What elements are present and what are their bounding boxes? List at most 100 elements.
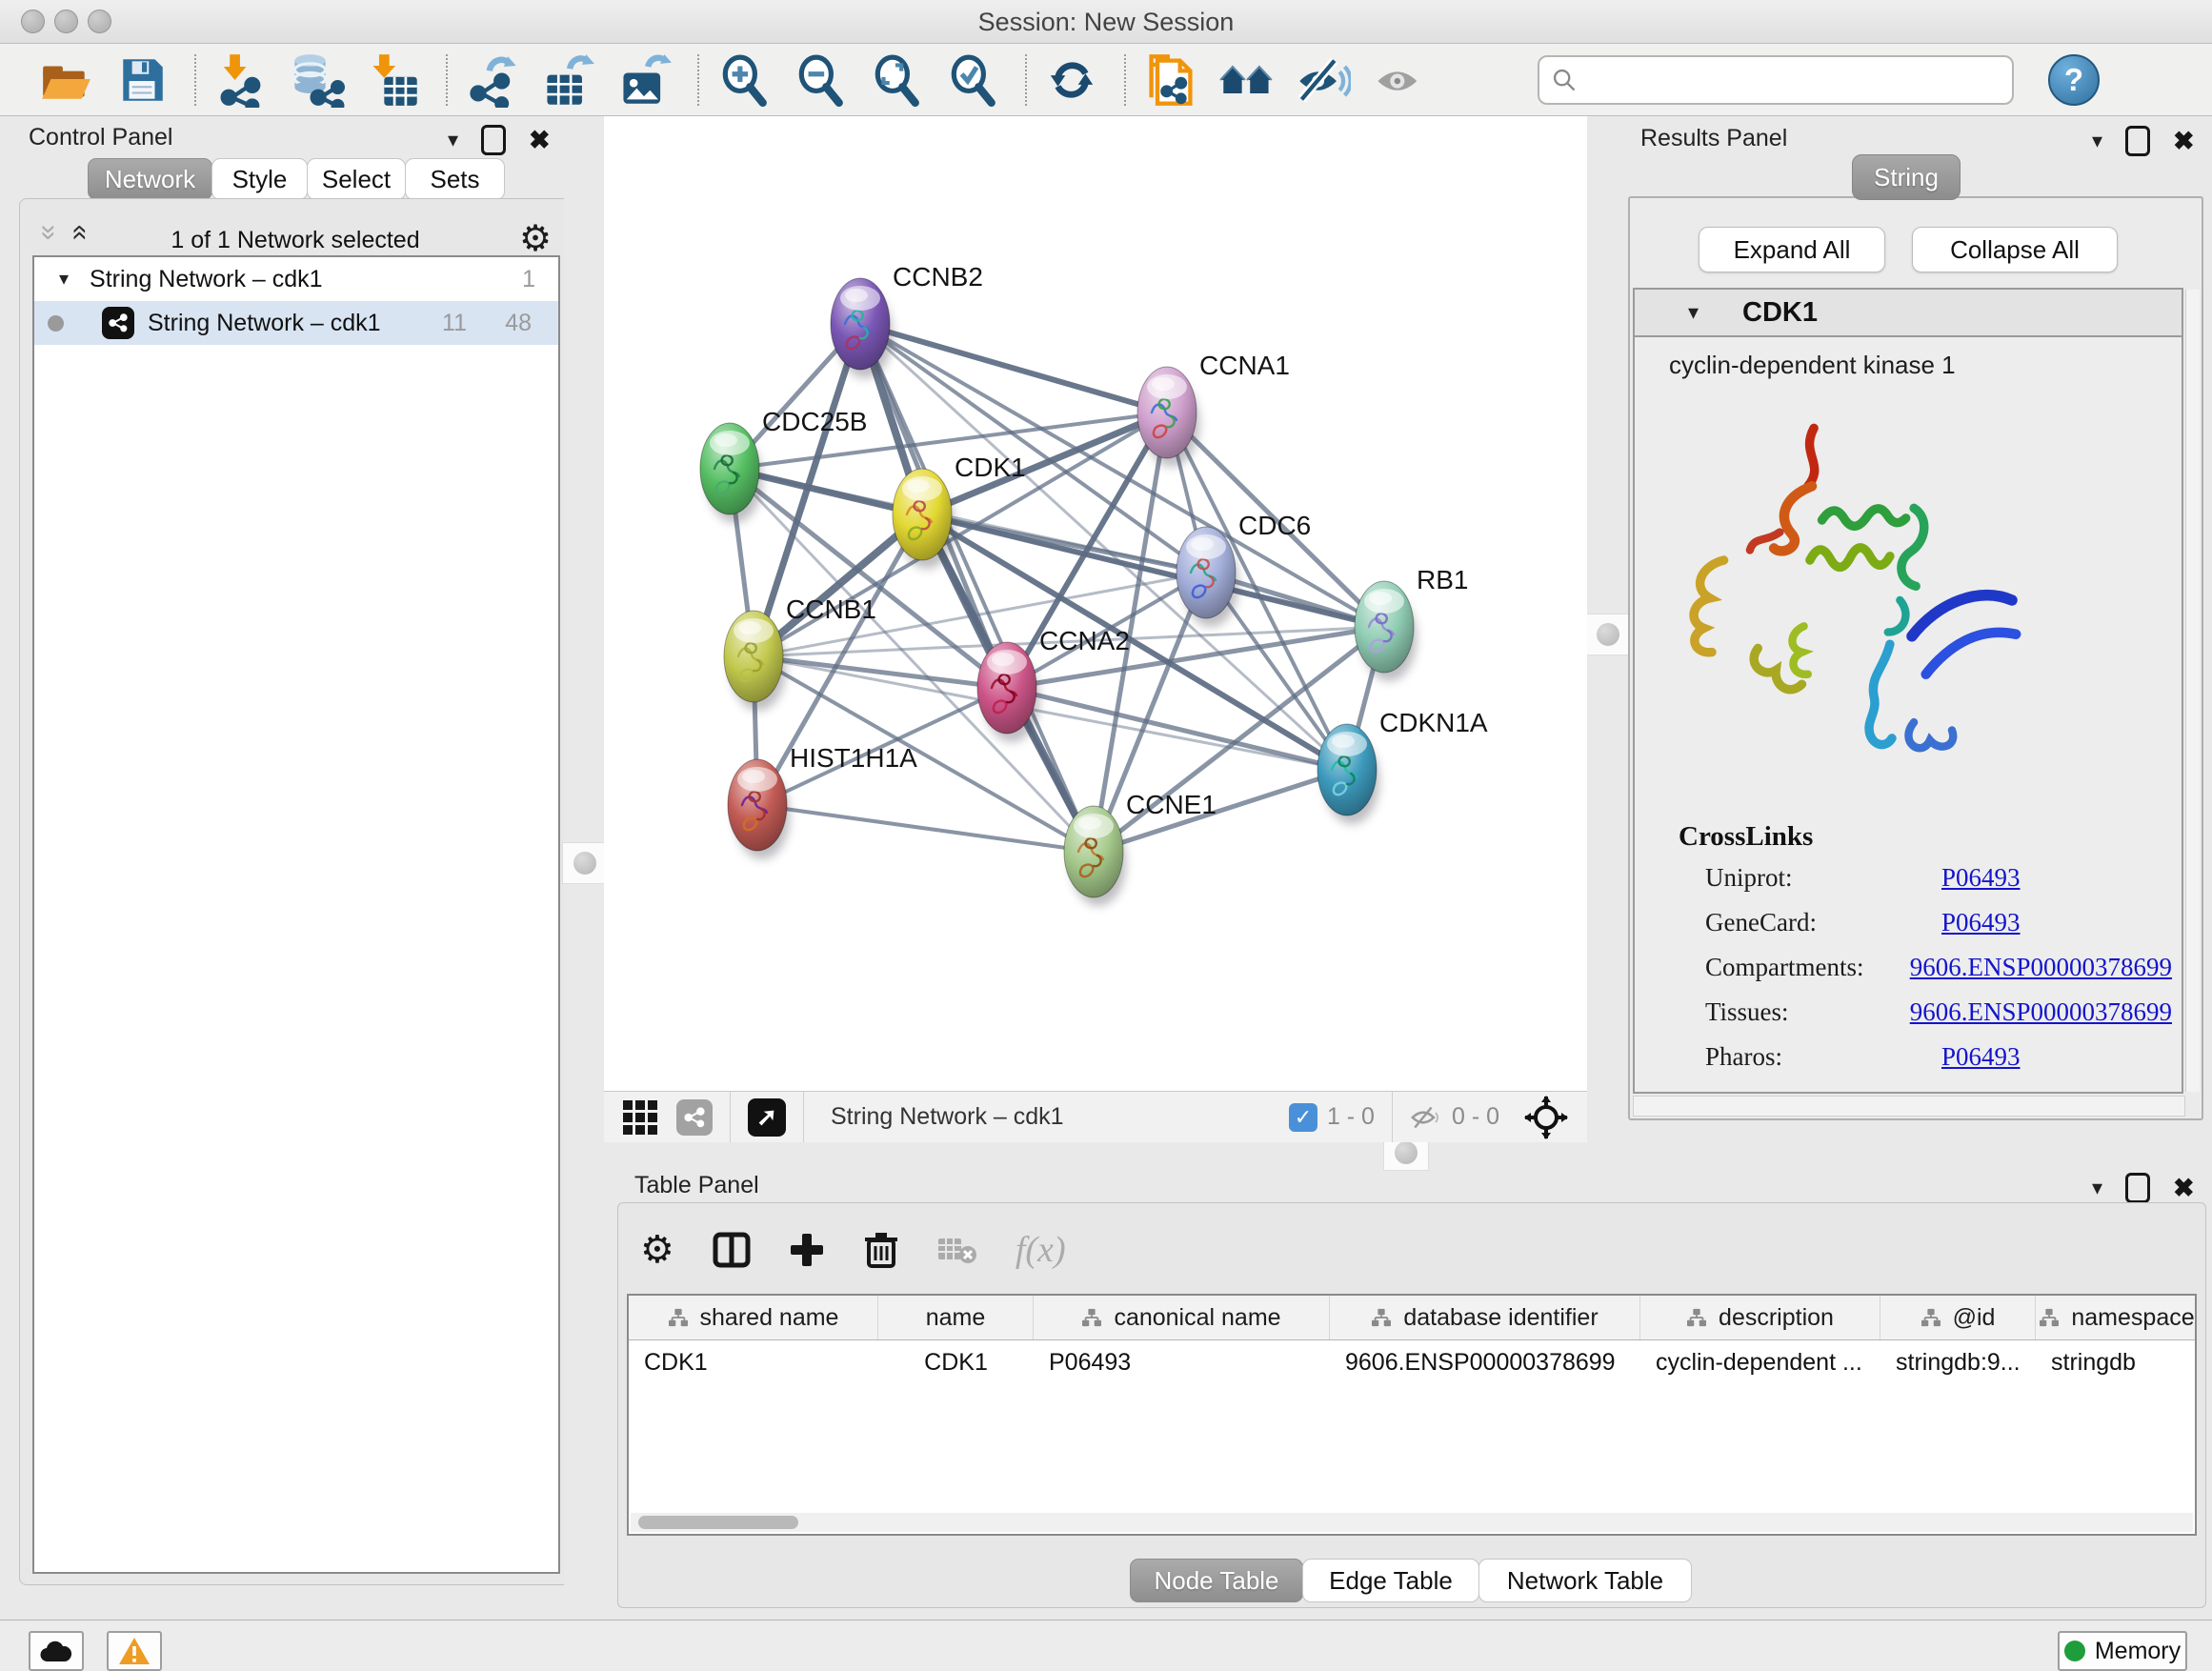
crosslink-link[interactable]: 9606.ENSP00000378699 xyxy=(1910,953,2172,982)
crosslink-label: Pharos: xyxy=(1705,1042,1941,1072)
show-columns-icon[interactable] xyxy=(713,1231,751,1269)
export-table-button[interactable] xyxy=(539,50,598,110)
protein-description: cyclin-dependent kinase 1 xyxy=(1669,351,1956,380)
selected-checkbox-icon[interactable]: ✓ xyxy=(1289,1103,1317,1132)
table-cell[interactable]: P06493 xyxy=(1034,1349,1330,1377)
node-HIST1H1A[interactable]: HIST1H1A xyxy=(728,743,917,859)
save-session-button[interactable] xyxy=(112,50,171,110)
protein-accordion-header[interactable]: ▾ CDK1 xyxy=(1635,290,2182,337)
tab-sets[interactable]: Sets xyxy=(405,158,505,200)
column-header-database-identifier[interactable]: database identifier xyxy=(1330,1296,1640,1339)
column-header-namespace[interactable]: namespace xyxy=(2036,1296,2197,1339)
tab-edge-table[interactable]: Edge Table xyxy=(1302,1559,1479,1602)
tab-string[interactable]: String xyxy=(1852,154,1961,200)
crosslink-link[interactable]: P06493 xyxy=(1941,1042,2021,1072)
edge-CCNB1-CCNA2[interactable] xyxy=(754,656,1007,688)
table-cell[interactable]: cyclin-dependent ... xyxy=(1640,1349,1880,1377)
network-canvas[interactable]: CCNB2CCNA1CDC25BCDK1CDC6RB1CCNB1CCNA2CDK… xyxy=(604,116,1587,1091)
edge-CCNB2-CCNA1[interactable] xyxy=(860,324,1167,413)
network-selection-status: 1 of 1 Network selected xyxy=(19,227,572,254)
zoom-in-button[interactable] xyxy=(714,50,774,110)
protein-collapse-icon[interactable]: ▾ xyxy=(1688,302,1699,323)
table-cell[interactable]: stringdb xyxy=(2036,1349,2197,1377)
help-button[interactable]: ? xyxy=(2048,54,2100,106)
table-cell[interactable]: CDK1 xyxy=(878,1349,1034,1377)
table-panel-float-icon[interactable] xyxy=(2125,1173,2150,1203)
add-column-icon[interactable] xyxy=(789,1232,825,1268)
network-options-gear-icon[interactable]: ⚙ xyxy=(519,217,552,260)
open-external-icon[interactable]: ➚ xyxy=(748,1098,786,1137)
memory-button[interactable]: Memory xyxy=(2058,1631,2187,1671)
zoom-fit-button[interactable] xyxy=(867,50,926,110)
tab-node-table[interactable]: Node Table xyxy=(1130,1559,1303,1602)
center-view-icon[interactable] xyxy=(1524,1096,1568,1139)
zoom-selected-button[interactable] xyxy=(943,50,1002,110)
control-panel-close-icon[interactable]: ✖ xyxy=(529,128,551,153)
column-header-name[interactable]: name xyxy=(878,1296,1034,1339)
crosslink-link[interactable]: P06493 xyxy=(1941,863,2021,893)
memory-status-icon xyxy=(2064,1641,2085,1661)
tab-network-table[interactable]: Network Table xyxy=(1478,1559,1692,1602)
results-panel-menu-icon[interactable]: ▾ xyxy=(2092,131,2102,151)
node-RB1[interactable]: RB1 xyxy=(1355,565,1468,681)
hide-selected-button[interactable] xyxy=(1294,50,1353,110)
network-share-icon[interactable] xyxy=(676,1099,713,1136)
results-panel-close-icon[interactable]: ✖ xyxy=(2173,129,2195,154)
import-network-database-button[interactable] xyxy=(288,50,347,110)
tab-style[interactable]: Style xyxy=(211,158,308,200)
refresh-layout-button[interactable] xyxy=(1042,50,1101,110)
column-header-shared-name[interactable]: shared name xyxy=(629,1296,878,1339)
open-session-button[interactable] xyxy=(36,50,95,110)
node-CDKN1A[interactable]: CDKN1A xyxy=(1317,708,1488,824)
results-horizontal-scrollbar[interactable] xyxy=(1633,1096,2185,1117)
expand-all-button[interactable]: Expand All xyxy=(1699,227,1885,272)
table-cell[interactable]: stringdb:9... xyxy=(1880,1349,2036,1377)
edge-HIST1H1A-CCNE1[interactable] xyxy=(757,805,1094,852)
right-splitter-handle[interactable] xyxy=(1585,614,1631,655)
cloud-button[interactable] xyxy=(29,1631,84,1671)
warnings-button[interactable] xyxy=(107,1631,162,1671)
column-header-canonical-name[interactable]: canonical name xyxy=(1034,1296,1330,1339)
import-table-file-button[interactable] xyxy=(364,50,423,110)
node-CCNE1[interactable]: CCNE1 xyxy=(1064,790,1217,906)
left-splitter-handle[interactable] xyxy=(562,842,608,884)
table-scrollbar-thumb[interactable] xyxy=(638,1516,798,1529)
import-network-file-button[interactable] xyxy=(211,50,271,110)
table-panel-menu-icon[interactable]: ▾ xyxy=(2092,1178,2102,1198)
collection-expand-icon[interactable]: ▾ xyxy=(59,270,69,289)
network-from-document-button[interactable] xyxy=(1141,50,1200,110)
network-row-selected[interactable]: String Network – cdk1 11 48 xyxy=(34,301,558,345)
control-panel-menu-icon[interactable]: ▾ xyxy=(448,130,458,151)
tab-select[interactable]: Select xyxy=(307,158,406,200)
network-collection-row[interactable]: ▾ String Network – cdk1 1 xyxy=(34,257,558,301)
search-input[interactable] xyxy=(1578,65,1991,94)
tab-network[interactable]: Network xyxy=(88,158,212,200)
network-graph[interactable]: CCNB2CCNA1CDC25BCDK1CDC6RB1CCNB1CCNA2CDK… xyxy=(604,116,1587,1091)
table-cell[interactable]: 9606.ENSP00000378699 xyxy=(1330,1349,1640,1377)
delete-column-icon[interactable] xyxy=(863,1231,899,1269)
search-field[interactable] xyxy=(1538,55,2014,105)
node-CDC25B[interactable]: CDC25B xyxy=(700,407,867,523)
homes-button[interactable] xyxy=(1217,50,1277,110)
control-panel-float-icon[interactable] xyxy=(481,125,506,155)
crosslink-link[interactable]: 9606.ENSP00000378699 xyxy=(1910,997,2172,1027)
column-header--id[interactable]: @id xyxy=(1880,1296,2036,1339)
edge-CCNB2-RB1[interactable] xyxy=(860,324,1384,627)
birdseye-grid-icon[interactable] xyxy=(623,1100,657,1135)
node-CCNB2[interactable]: CCNB2 xyxy=(831,262,983,378)
export-image-button[interactable] xyxy=(615,50,674,110)
zoom-out-button[interactable] xyxy=(791,50,850,110)
edge-CDK1-RB1[interactable] xyxy=(922,514,1384,627)
results-panel-float-icon[interactable] xyxy=(2125,126,2150,156)
column-header-description[interactable]: description xyxy=(1640,1296,1880,1339)
table-cell[interactable]: CDK1 xyxy=(629,1349,878,1377)
results-vertical-scrollbar[interactable] xyxy=(2185,290,2200,1092)
export-network-button[interactable] xyxy=(463,50,522,110)
collapse-all-button[interactable]: Collapse All xyxy=(1912,227,2118,272)
node-CCNA1[interactable]: CCNA1 xyxy=(1137,351,1290,467)
table-settings-gear-icon[interactable]: ⚙ xyxy=(640,1231,674,1269)
table-horizontal-scrollbar[interactable] xyxy=(631,1513,2193,1532)
table-panel-close-icon[interactable]: ✖ xyxy=(2173,1176,2195,1201)
table-row[interactable]: CDK1CDK1P064939606.ENSP00000378699cyclin… xyxy=(629,1340,2195,1384)
crosslink-link[interactable]: P06493 xyxy=(1941,908,2021,937)
